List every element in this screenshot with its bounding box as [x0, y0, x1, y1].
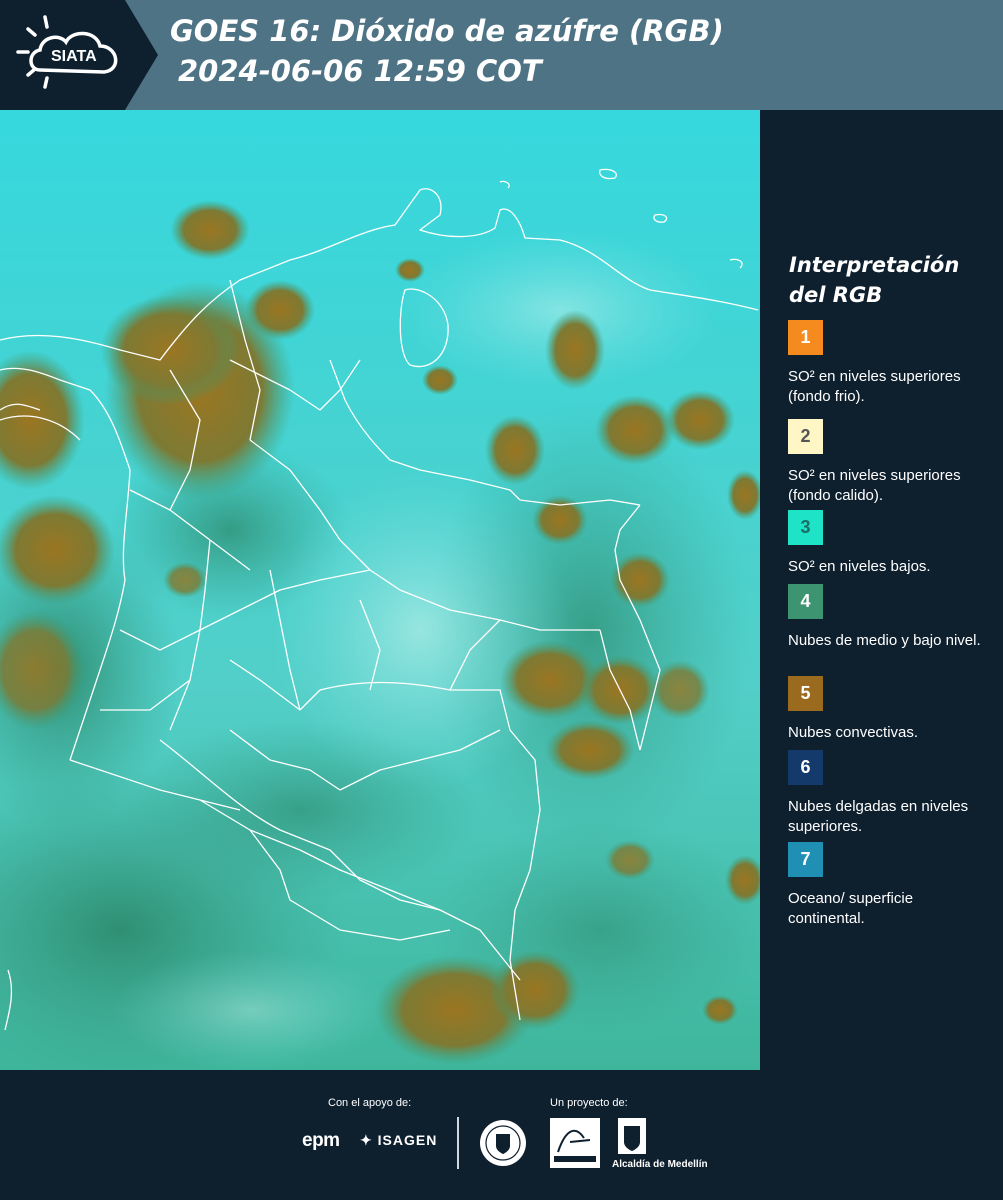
isagen-logo[interactable]: ✦ ISAGEN	[360, 1132, 437, 1149]
legend-label: SO² en niveles bajos.	[788, 558, 931, 575]
legend-item-3: 3 SO² en niveles bajos.	[788, 510, 993, 577]
legend-swatch: 2	[788, 419, 823, 454]
legend-number: 5	[800, 683, 811, 703]
siata-logo-text: SIATA	[51, 48, 97, 65]
legend-title: Interpretación del RGB	[789, 253, 960, 307]
satellite-image	[0, 110, 760, 1070]
legend-swatch: 5	[788, 676, 823, 711]
legend-item-7: 7 Oceano/ superficie continental.	[788, 842, 993, 929]
legend-label: Nubes de medio y bajo nivel.	[788, 632, 981, 649]
header-band: SIATA GOES 16: Dióxido de azúfre (RGB) 2…	[0, 0, 1003, 110]
legend-item-1: 1 SO² en niveles superiores (fondo frio)…	[788, 320, 993, 407]
legend-panel: Interpretación del RGB 1 SO² en niveles …	[760, 110, 1003, 1070]
legend-swatch: 3	[788, 510, 823, 545]
legend-number: 3	[800, 517, 811, 537]
alcaldia-logo[interactable]	[612, 1118, 652, 1156]
legend-item-4: 4 Nubes de medio y bajo nivel.	[788, 584, 993, 651]
alcaldia-label: Alcaldía de Medellín	[612, 1159, 708, 1170]
siata-logo-shape: SIATA	[0, 0, 158, 110]
footer-divider	[457, 1117, 459, 1169]
legend-number: 4	[800, 591, 811, 611]
legend-item-2: 2 SO² en niveles superiores (fondo calid…	[788, 419, 993, 506]
timestamp: 2024-06-06 12:59 COT	[178, 54, 542, 88]
legend-swatch: 7	[788, 842, 823, 877]
footer: Con el apoyo de: epm ✦ ISAGEN Un proyect…	[0, 1070, 1003, 1200]
legend-label: Nubes convectivas.	[788, 724, 919, 741]
legend-item-6: 6 Nubes delgadas en niveles superiores.	[788, 750, 993, 837]
legend-label: Oceano/ superficie continental.	[788, 890, 914, 927]
legend-label: Nubes delgadas en niveles superiores.	[788, 798, 969, 835]
epm-logo[interactable]: epm	[302, 1130, 340, 1152]
isagen-logo-text: ISAGEN	[377, 1132, 438, 1148]
project-label: Un proyecto de:	[550, 1097, 628, 1109]
legend-swatch: 1	[788, 320, 823, 355]
satellite-map[interactable]	[0, 110, 760, 1070]
legend-swatch: 6	[788, 750, 823, 785]
legend-number: 7	[800, 849, 811, 869]
city-seal-logo[interactable]	[478, 1118, 528, 1168]
page-title: GOES 16: Dióxido de azúfre (RGB)	[170, 14, 724, 48]
legend-item-5: 5 Nubes convectivas.	[788, 676, 993, 743]
legend-label: SO² en niveles superiores (fondo frio).	[788, 368, 961, 405]
legend-swatch: 4	[788, 584, 823, 619]
support-label: Con el apoyo de:	[328, 1097, 412, 1109]
siata-logo[interactable]: SIATA	[0, 0, 160, 110]
legend-number: 6	[800, 757, 811, 777]
isagen-star-icon: ✦	[360, 1132, 373, 1148]
legend-number: 2	[800, 426, 811, 446]
area-metropolitana-logo[interactable]	[550, 1118, 600, 1168]
legend-number: 1	[800, 327, 811, 347]
legend-label: SO² en niveles superiores (fondo calido)…	[788, 467, 961, 504]
